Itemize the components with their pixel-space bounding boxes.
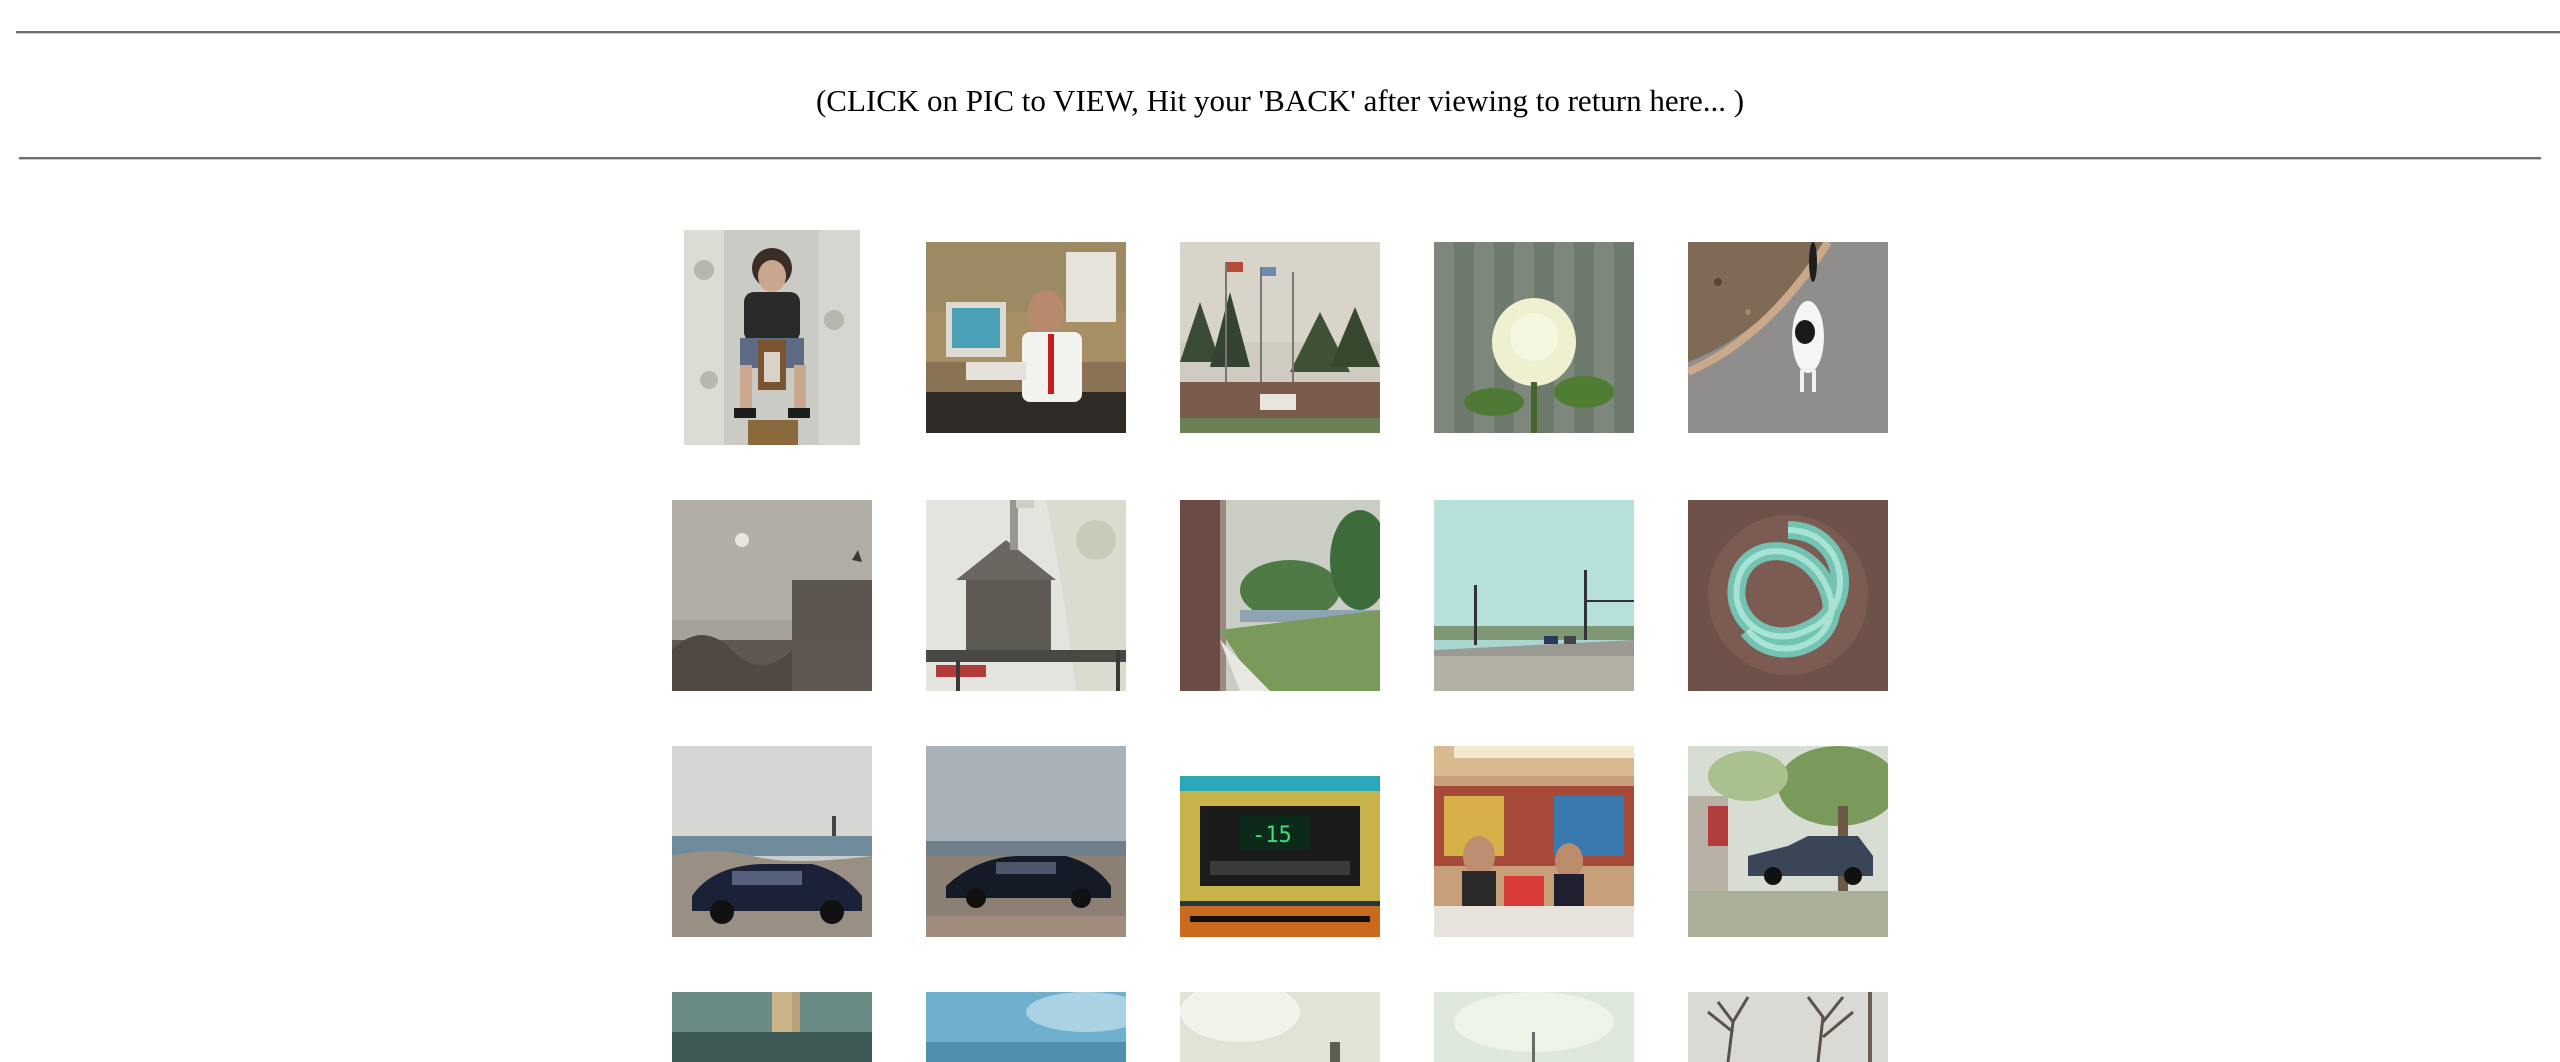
instructions-text: (CLICK on PIC to VIEW, Hit your 'BACK' a… (815, 83, 1745, 118)
thumbnail-dark-sedan[interactable] (926, 746, 1126, 937)
thumbnail-bright-sky[interactable] (1180, 992, 1380, 1062)
svg-text:-15: -15 (1252, 823, 1292, 848)
thumbnail-hazy-sky[interactable] (672, 500, 872, 691)
top-horizontal-rule (16, 31, 2560, 34)
thumbnail-flagpoles[interactable] (1180, 242, 1380, 433)
thumbnail-cat-on-path[interactable] (1688, 242, 1888, 433)
thumbnail-white-rose[interactable] (1434, 242, 1634, 433)
bottom-horizontal-rule (19, 157, 2541, 160)
thumbnail-horizon[interactable] (1434, 992, 1634, 1062)
thumbnail-bare-trees[interactable] (1688, 992, 1888, 1062)
thumbnail-man-at-desk[interactable] (926, 242, 1126, 433)
thumbnail-road-intersection[interactable] (1434, 500, 1634, 691)
thumbnail-lawn-view[interactable] (1180, 500, 1380, 691)
thumbnail-car-radio[interactable]: -15 (1180, 746, 1380, 937)
thumbnail-blue-sky[interactable] (926, 992, 1126, 1062)
thumbnail-knot-sculpture[interactable] (1688, 500, 1888, 691)
thumbnail-car-by-water[interactable] (672, 746, 872, 937)
thumbnail-birdhouse[interactable] (926, 500, 1126, 691)
thumbnail-store-counter[interactable] (1434, 746, 1634, 937)
thumbnail-pickup-truck[interactable] (1688, 746, 1888, 937)
gallery-page: (CLICK on PIC to VIEW, Hit your 'BACK' a… (0, 0, 2560, 1062)
thumbnail-person-on-chair[interactable] (684, 230, 860, 445)
thumbnail-tower[interactable] (672, 992, 872, 1062)
